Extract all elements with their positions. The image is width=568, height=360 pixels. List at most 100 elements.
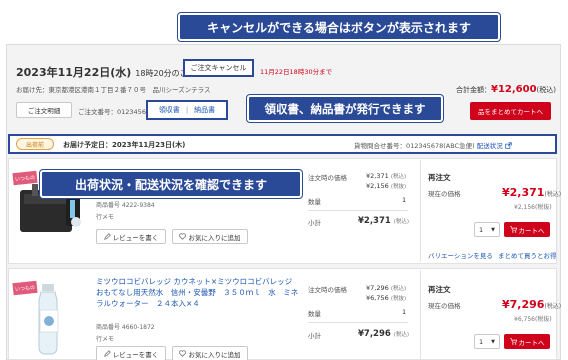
current-price: ¥7,296(税込) xyxy=(502,298,561,311)
order-price-tax-value: ¥7,296 xyxy=(366,284,389,292)
current-price-notax-label: (税抜) xyxy=(535,204,552,211)
divider xyxy=(308,210,408,211)
heart-icon xyxy=(179,233,187,240)
tax-out-label: (税抜) xyxy=(390,296,407,302)
column-divider xyxy=(420,270,421,360)
chevron-down-icon: ▼ xyxy=(491,226,495,233)
reorder-title: 再注文 xyxy=(428,285,451,294)
subtotal-value: ¥2,371 (税込) xyxy=(358,216,409,226)
product-code: 商品番号 4660-1872 xyxy=(96,324,155,331)
variation-link[interactable]: バリエーションを見る xyxy=(428,250,493,260)
quantity-select-value: 1 xyxy=(479,337,484,346)
write-review-button[interactable]: レビューを書く xyxy=(96,346,166,360)
order-detail-button[interactable]: ご注文明細 xyxy=(16,102,72,118)
chevron-down-icon: ▼ xyxy=(491,338,495,345)
order-price-notax-value: ¥2,156 xyxy=(366,182,389,190)
add-all-to-cart-button[interactable]: 品をまとめてカートへ xyxy=(470,102,551,120)
add-favorite-button[interactable]: お気に入りに追加 xyxy=(172,229,248,244)
current-price-value: ¥7,296 xyxy=(502,298,545,311)
subtotal-tax-label: (税込) xyxy=(393,332,410,338)
invoice-link[interactable]: 納品書 xyxy=(194,105,215,115)
review-label: レビューを書く xyxy=(112,350,159,359)
tracking-status-link[interactable]: 配送状況 xyxy=(477,142,503,150)
quantity-value: 1 xyxy=(402,196,407,204)
divider xyxy=(308,322,408,323)
product-name-link[interactable]: ミツウロコビバレッジ カウネット×ミツウロコビバレッジ おもてなし用天然水 信州… xyxy=(96,276,300,320)
cart-icon xyxy=(509,226,517,233)
tax-out-label: (税抜) xyxy=(390,184,407,190)
current-price-value: ¥2,371 xyxy=(502,186,545,199)
product-code: 商品番号 4222-9384 xyxy=(96,202,155,209)
favorite-label: お気に入りに追加 xyxy=(188,233,241,242)
external-link-icon xyxy=(505,142,512,149)
delivery-date: お届け予定日：2023年11月23日(木) xyxy=(63,141,186,149)
subtotal-amount: ¥7,296 xyxy=(358,329,391,339)
cart-label: カートへ xyxy=(518,338,545,347)
quantity-label: 数量 xyxy=(308,310,321,318)
subtotal-amount: ¥2,371 xyxy=(358,216,391,226)
callout-documents: 領収書、納品書が発行できます xyxy=(247,95,443,122)
ship-to-address: お届け先：東京都港区港南１丁目２番７０号 品川シーズンテラス xyxy=(16,86,211,94)
order-date: 2023年11月22日(水) 18時20分のご注文 xyxy=(16,64,204,80)
quantity-select[interactable]: 1 ▼ xyxy=(474,334,500,349)
status-badge: 出荷前 xyxy=(16,138,54,150)
tax-in-label: (税込) xyxy=(390,174,407,180)
product-image-water-bottle[interactable] xyxy=(28,282,68,356)
current-price-notax-value: ¥2,156 xyxy=(514,204,535,211)
pencil-icon xyxy=(103,350,111,357)
order-price-notax: ¥2,156 (税抜) xyxy=(366,182,406,190)
current-price-notax: ¥2,156(税抜) xyxy=(514,202,552,211)
tracking-info: 貨物問合せ番号：012345678(ABC急便) 配送状況 xyxy=(354,140,512,150)
order-total: 合計金額：¥12,600(税込) xyxy=(456,84,556,95)
order-price-label: 注文時の価格 xyxy=(308,286,347,294)
write-review-button[interactable]: レビューを書く xyxy=(96,229,166,244)
favorite-label: お気に入りに追加 xyxy=(188,350,241,359)
current-price-tax-label: (税込) xyxy=(544,303,562,310)
tax-in-label: (税込) xyxy=(390,286,407,292)
order-price-tax: ¥7,296 (税込) xyxy=(366,284,406,292)
quantity-select[interactable]: 1 ▼ xyxy=(474,222,500,237)
quantity-select-value: 1 xyxy=(479,225,484,234)
add-to-cart-button[interactable]: カートへ xyxy=(504,334,550,349)
order-price-tax: ¥2,371 (税込) xyxy=(366,172,406,180)
add-favorite-button[interactable]: お気に入りに追加 xyxy=(172,346,248,360)
review-label: レビューを書く xyxy=(112,233,159,242)
subtotal-tax-label: (税込) xyxy=(393,219,410,225)
current-price-notax-label: (税抜) xyxy=(535,316,552,323)
column-divider xyxy=(420,160,421,262)
buy-together-link[interactable]: まとめて買うとお得 xyxy=(498,250,557,260)
current-price-label: 現在の価格 xyxy=(428,190,461,198)
quantity-value: 1 xyxy=(402,308,407,316)
add-to-cart-button[interactable]: カートへ xyxy=(504,222,550,237)
total-value: ¥12,600 xyxy=(491,84,537,95)
reorder-title: 再注文 xyxy=(428,173,451,182)
order-price-tax-value: ¥2,371 xyxy=(366,172,389,180)
subtotal-value: ¥7,296 (税込) xyxy=(358,329,409,339)
receipt-link[interactable]: 領収書 xyxy=(159,105,180,115)
documents-box: 領収書 | 納品書 xyxy=(146,100,228,120)
line-memo: 行メモ xyxy=(96,336,115,343)
cart-label: カートへ xyxy=(518,226,545,235)
current-price-notax: ¥6,756(税抜) xyxy=(514,314,552,323)
subtotal-label: 小計 xyxy=(308,219,321,227)
callout-status: 出荷状況・配送状況を確認できます xyxy=(40,170,302,198)
cart-icon xyxy=(509,338,517,345)
callout-cancel: キャンセルができる場合はボタンが表示されます xyxy=(178,13,500,41)
docs-separator: | xyxy=(185,106,189,114)
current-price-notax-value: ¥6,756 xyxy=(514,316,535,323)
current-price-tax-label: (税込) xyxy=(544,191,562,198)
current-price: ¥2,371(税込) xyxy=(502,186,561,199)
line-memo: 行メモ xyxy=(96,214,115,221)
tracking-number: 貨物問合せ番号：012345678(ABC急便) xyxy=(354,142,475,150)
order-price-notax-value: ¥6,756 xyxy=(366,294,389,302)
total-label: 合計金額： xyxy=(456,86,491,94)
order-price-notax: ¥6,756 (税抜) xyxy=(366,294,406,302)
quantity-label: 数量 xyxy=(308,198,321,206)
cancel-order-button[interactable]: ご注文キャンセル xyxy=(183,59,254,77)
subtotal-label: 小計 xyxy=(308,332,321,340)
pencil-icon xyxy=(103,233,111,240)
heart-icon xyxy=(179,350,187,357)
cancel-deadline: 11月22日18時30分まで xyxy=(260,68,333,76)
current-price-label: 現在の価格 xyxy=(428,302,461,310)
order-price-label: 注文時の価格 xyxy=(308,174,347,182)
